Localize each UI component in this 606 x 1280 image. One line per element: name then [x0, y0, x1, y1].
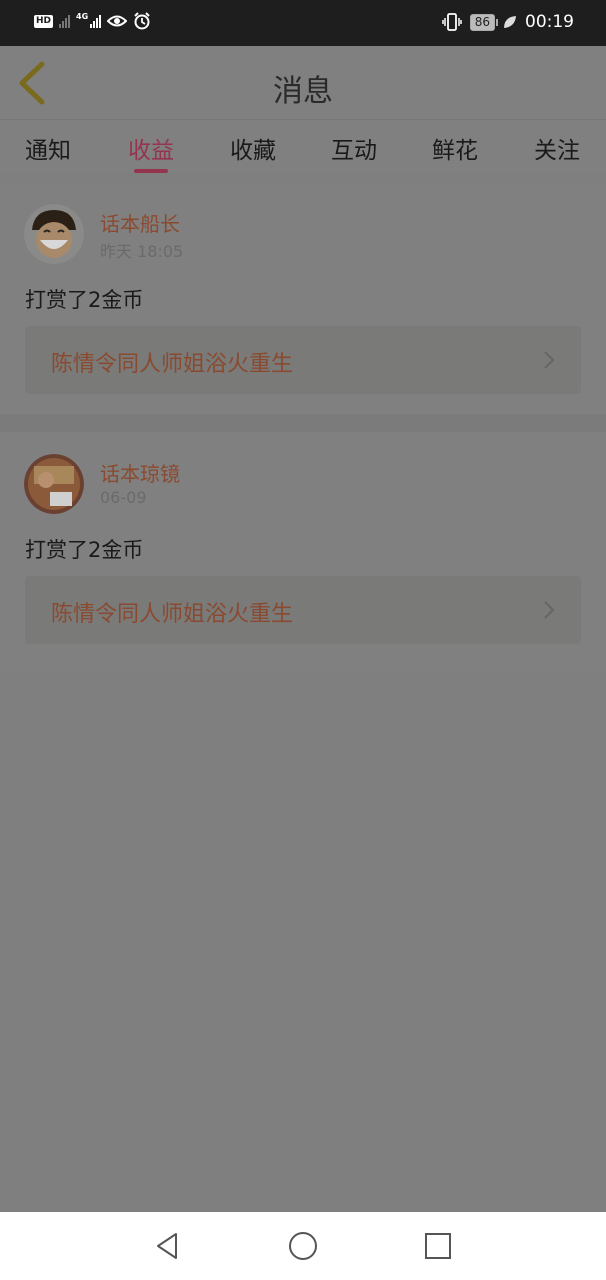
chevron-right-icon: [544, 601, 555, 619]
home-circle-icon[interactable]: [287, 1230, 319, 1262]
signal-4g-icon: [90, 14, 102, 28]
status-left: HD 4G: [34, 12, 151, 30]
network-label: 4G: [76, 12, 89, 21]
recents-square-icon[interactable]: [422, 1230, 454, 1262]
message-card: 话本船长 昨天 18:05 打赏了2金币 陈情令同人师姐浴火重生: [0, 182, 606, 422]
tab-active-indicator: [134, 169, 168, 173]
signal-off-icon: [59, 14, 71, 28]
alarm-icon: [134, 12, 150, 30]
message-text: 打赏了2金币: [25, 538, 144, 562]
username[interactable]: 话本琼镜: [100, 458, 180, 487]
book-title: 陈情令同人师姐浴火重生: [51, 352, 294, 377]
tab-earnings[interactable]: 收益: [111, 131, 191, 165]
tab-interactions[interactable]: 互动: [314, 131, 394, 165]
message-time: 06-09: [100, 488, 147, 507]
eye-icon: [107, 15, 128, 27]
card-divider: [0, 414, 606, 432]
tab-bar: 通知 收益 收藏 互动 鲜花 关注: [0, 121, 606, 173]
avatar[interactable]: [24, 204, 84, 264]
header: 消息: [0, 46, 606, 120]
app-content: 消息 通知 收益 收藏 互动 鲜花 关注 话本船长 昨天 18:05 打赏了2金…: [0, 46, 606, 1212]
tab-flowers[interactable]: 鲜花: [415, 131, 495, 165]
tab-favorites[interactable]: 收藏: [213, 131, 293, 165]
leaf-icon: [504, 16, 516, 28]
book-link[interactable]: 陈情令同人师姐浴火重生: [25, 326, 581, 394]
avatar[interactable]: [24, 454, 84, 514]
book-title: 陈情令同人师姐浴火重生: [51, 602, 294, 627]
message-card: 话本琼镜 06-09 打赏了2金币 陈情令同人师姐浴火重生: [0, 432, 606, 672]
message-text: 打赏了2金币: [25, 288, 144, 312]
page-title: 消息: [273, 74, 333, 109]
status-right: 86 00:19: [441, 12, 574, 32]
tab-notifications[interactable]: 通知: [8, 131, 88, 165]
message-time: 昨天 18:05: [100, 242, 184, 261]
username[interactable]: 话本船长: [100, 208, 180, 237]
navigation-bar: [0, 1212, 606, 1280]
status-time: 00:19: [525, 12, 574, 32]
back-triangle-icon[interactable]: [152, 1230, 184, 1262]
battery-icon: 86: [469, 13, 499, 31]
status-bar: HD 4G 86 00:19: [0, 0, 606, 46]
vibrate-icon: [441, 13, 462, 31]
tab-following[interactable]: 关注: [517, 131, 597, 165]
book-link[interactable]: 陈情令同人师姐浴火重生: [25, 576, 581, 644]
hd-icon: HD: [34, 14, 54, 28]
chevron-right-icon: [544, 351, 555, 369]
